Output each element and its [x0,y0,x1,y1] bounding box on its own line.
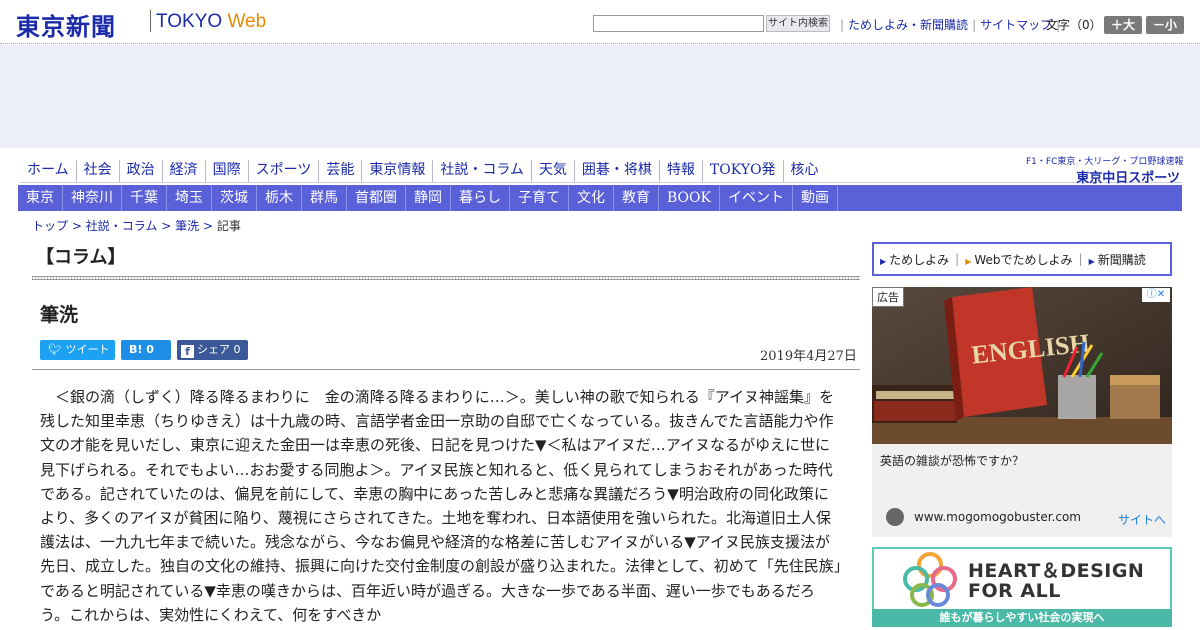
triangle-icon: ▶ [965,256,972,266]
ad-image[interactable]: ENGLISH [872,287,1172,444]
nav2-item-culture[interactable]: 文化 [569,185,614,211]
site-search-button[interactable]: サイト内検索 [766,15,830,32]
trial-link-label: ためしよみ [889,252,950,267]
sitemap-link[interactable]: サイトマップ [978,18,1054,32]
triangle-icon: ▶ [1088,256,1095,266]
web-trial-link[interactable]: ▶ Webでためしよみ [965,251,1078,268]
ad-label-badge: 広告 [872,287,904,307]
flower-logo-icon [902,551,958,607]
logo-web-text: Web [227,11,267,32]
facebook-share-button[interactable]: f シェア 0 [177,340,248,360]
nav-item-special-report[interactable]: 特報 [660,160,703,182]
utility-links: | ためしよみ・新聞購読 | サイトマップ | [838,16,1062,33]
util-divider: | [840,18,845,32]
sub-link-divider: | [955,252,960,266]
banner-heading-line2: FOR ALL [968,580,1061,602]
nav-item-go-shogi[interactable]: 囲碁・将棋 [575,160,660,182]
nav-divider [20,182,1182,183]
nav-item-core[interactable]: 核心 [784,160,826,182]
breadcrumb-top[interactable]: トップ [32,219,68,233]
nav2-item-saitama[interactable]: 埼玉 [167,185,212,211]
nav2-item-tochigi[interactable]: 栃木 [257,185,302,211]
top-ad-area [0,45,1200,148]
ad-visit-site-link[interactable]: サイトへ [1118,511,1166,528]
breadcrumb-separator: > [161,219,172,233]
triangle-icon: ▶ [880,256,887,266]
nav2-item-chiba[interactable]: 千葉 [122,185,167,211]
subscribe-sidebar-link[interactable]: ▶ 新聞購読 [1089,251,1152,268]
logo-tokyo-text: TOKYO [156,11,223,32]
nav-item-international[interactable]: 国際 [206,160,249,182]
breadcrumb: トップ > 社説・コラム > 筆洗 > 記事 [32,217,241,234]
chunichi-tagline: F1・FC東京・大リーグ・プロ野球速報 [1026,157,1184,167]
breadcrumb-separator: > [71,219,82,233]
nav2-item-parenting[interactable]: 子育て [510,185,569,211]
nav-item-sports[interactable]: スポーツ [249,160,320,182]
subscription-links: ▶ ためしよみ | ▶ Webでためしよみ | ▶ 新聞購読 [872,242,1172,276]
util-divider: | [972,18,977,32]
column-category-heading: 【コラム】 [36,247,126,268]
tokyo-web-logo[interactable]: TOKYO Web [156,11,266,33]
breadcrumb-current: 記事 [216,219,241,233]
banner-heading-line1: HEART＆DESIGN [968,560,1145,582]
nav2-item-shizuoka[interactable]: 静岡 [406,185,451,211]
facebook-icon: f [181,345,194,358]
nav-item-entertainment[interactable]: 芸能 [319,160,363,182]
article-title: 筆洗 [40,304,79,326]
site-header: 東京新聞 TOKYO Web サイト内検索 | ためしよみ・新聞購読 | サイトマップ… [0,0,1200,44]
facebook-share-label: シェア 0 [197,343,241,356]
twitter-share-button[interactable]: 🐦︎ ツイート [40,340,115,360]
logo-divider [150,10,151,32]
category-rule [32,276,860,280]
ad-books-illustration: ENGLISH [872,287,1172,444]
web-trial-link-label: Webでためしよみ [974,252,1073,267]
nav2-item-ibaraki[interactable]: 茨城 [212,185,257,211]
nav-item-home[interactable]: ホーム [20,160,77,182]
date-rule [32,369,860,370]
trial-link[interactable]: ▶ ためしよみ [880,251,955,268]
chunichi-name: 東京中日スポーツ [1076,171,1180,186]
nav2-item-book[interactable]: BOOK [659,185,720,211]
subscribe-sidebar-label: 新聞購読 [1097,252,1146,267]
nav-item-tokyo-info[interactable]: 東京情報 [362,160,434,182]
breadcrumb-column[interactable]: 筆洗 [175,219,199,233]
nav2-item-shutoken[interactable]: 首都圏 [347,185,406,211]
sub-link-divider: | [1078,252,1083,266]
twitter-share-label: ツイート [65,343,110,356]
banner-footer: 誰もが暮らしやすい社会の実現へ [872,609,1172,627]
nav-item-society[interactable]: 社会 [77,160,120,182]
hatena-bookmark-button[interactable]: B! 0 [121,340,171,360]
nav2-item-gunma[interactable]: 群馬 [302,185,347,211]
primary-nav: ホーム 社会 政治 経済 国際 スポーツ 芸能 東京情報 社説・コラム 天気 囲… [20,160,826,182]
subscribe-link[interactable]: ためしよみ・新聞購読 [846,18,970,32]
nav-item-weather[interactable]: 天気 [532,160,575,182]
breadcrumb-section[interactable]: 社説・コラム [86,219,158,233]
nav-item-tokyo-hatsu[interactable]: TOKYO発 [703,160,784,182]
site-logo[interactable]: 東京新聞 [16,7,116,42]
ad-headline[interactable]: 英語の雑談が恐怖ですか？ [880,452,1024,469]
article-body: ＜銀の滴（しずく）降る降るまわりに 金の滴降る降るまわりに…＞。美しい神の歌で知… [40,388,842,624]
globe-icon [886,508,904,526]
regional-nav: 東京 神奈川 千葉 埼玉 茨城 栃木 群馬 首都圏 静岡 暮らし 子育て 文化 … [18,185,1182,211]
font-size-label: 文字（0） [1046,18,1102,32]
font-larger-button[interactable]: ＋大 [1104,16,1142,34]
nav2-item-tokyo[interactable]: 東京 [18,185,63,211]
nav-item-politics[interactable]: 政治 [120,160,163,182]
site-search-input[interactable] [593,15,764,32]
nav2-item-events[interactable]: イベント [720,185,793,211]
nav2-item-kanagawa[interactable]: 神奈川 [63,185,122,211]
font-smaller-button[interactable]: －小 [1146,16,1184,34]
nav2-item-video[interactable]: 動画 [793,185,838,211]
ad-choices-icon[interactable]: ⓘ✕ [1142,288,1170,302]
publish-date: 2019年4月27日 [760,349,857,364]
twitter-bird-icon: 🐦︎ [48,343,62,356]
breadcrumb-separator: > [202,219,213,233]
nav2-item-education[interactable]: 教育 [614,185,659,211]
nav-item-editorials[interactable]: 社説・コラム [433,160,532,182]
nav-item-economy[interactable]: 経済 [163,160,206,182]
chunichi-sports-link[interactable]: F1・FC東京・大リーグ・プロ野球速報 東京中日スポーツ [1026,154,1184,186]
ad-domain[interactable]: www.mogomogobuster.com [914,510,1081,524]
nav2-item-living[interactable]: 暮らし [451,185,510,211]
